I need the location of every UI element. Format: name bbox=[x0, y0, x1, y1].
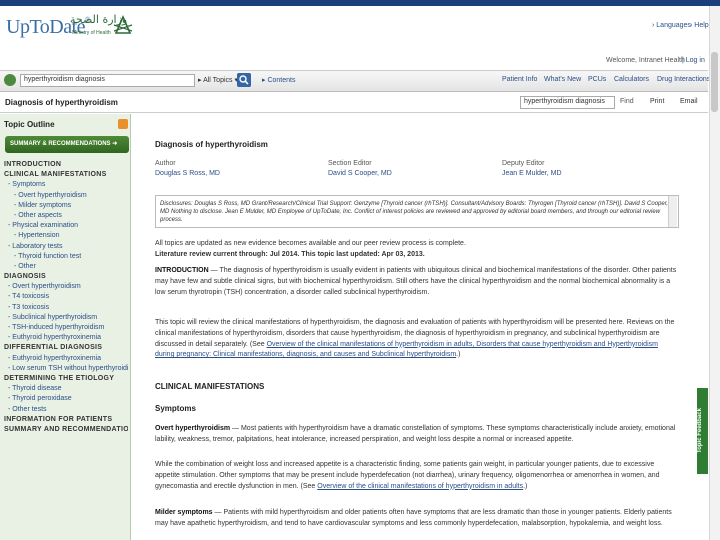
outline-item[interactable]: - Thyroid disease bbox=[4, 384, 128, 394]
disclosure-scrollbar[interactable] bbox=[668, 196, 677, 227]
login-link[interactable]: | Log in bbox=[682, 57, 705, 64]
literature-review: Literature review current through: Jul 2… bbox=[155, 251, 425, 258]
outline-item[interactable]: - T4 toxicosis bbox=[4, 292, 128, 302]
home-icon[interactable] bbox=[4, 74, 16, 86]
symptoms-heading: Symptoms bbox=[155, 404, 196, 413]
nav-calculators[interactable]: Calculators bbox=[614, 76, 649, 83]
outline-item[interactable]: - Symptoms bbox=[4, 180, 128, 190]
find-button[interactable]: Find bbox=[620, 98, 634, 105]
outline-section-heading[interactable]: DETERMINING THE ETIOLOGY bbox=[4, 374, 128, 384]
outline-item[interactable]: - Other tests bbox=[4, 405, 128, 415]
article-title: Diagnosis of hyperthyroidism bbox=[155, 140, 268, 149]
summary-recommendations-button[interactable]: SUMMARY & RECOMMENDATIONS ➜ bbox=[5, 136, 129, 153]
topic-feedback-tab[interactable]: Topic Feedback bbox=[697, 388, 708, 474]
search-input[interactable]: hyperthyroidism diagnosis bbox=[20, 74, 195, 87]
deputy-editor-label: Deputy Editor bbox=[502, 160, 545, 167]
outline-section-heading[interactable]: SUMMARY AND RECOMMENDATIONS bbox=[4, 425, 128, 435]
outline-item[interactable]: - TSH-induced hyperthyroidism bbox=[4, 323, 128, 333]
overview-clinical-link[interactable]: Overview of the clinical manifestations … bbox=[317, 483, 523, 490]
outline-item[interactable]: - Physical examination bbox=[4, 221, 128, 231]
overt-paragraph: Overt hyperthyroidism — Most patients wi… bbox=[155, 425, 676, 443]
outline-section-heading[interactable]: DIFFERENTIAL DIAGNOSIS bbox=[4, 343, 128, 353]
section-editor-name[interactable]: David S Cooper, MD bbox=[328, 170, 392, 177]
contents-link[interactable]: ▸ Contents bbox=[262, 76, 296, 84]
help-link[interactable]: › Help bbox=[690, 22, 709, 29]
collapse-icon[interactable] bbox=[118, 119, 128, 129]
scrollbar-thumb[interactable] bbox=[711, 52, 718, 112]
milder-paragraph: Milder symptoms — Patients with mild hyp… bbox=[155, 509, 672, 527]
outline-item[interactable]: - Euthyroid hyperthyroxinemia bbox=[4, 354, 128, 364]
outline-title: Topic Outline bbox=[4, 120, 55, 129]
author-name[interactable]: Douglas S Ross, MD bbox=[155, 170, 220, 177]
outline-section-heading[interactable]: INFORMATION FOR PATIENTS bbox=[4, 415, 128, 425]
nav-drug-interactions[interactable]: Drug Interactions bbox=[657, 76, 710, 83]
outline-item[interactable]: - Subclinical hyperthyroidism bbox=[4, 313, 128, 323]
outline-item[interactable]: - Overt hyperthyroidism bbox=[4, 282, 128, 292]
languages-link[interactable]: › Languages bbox=[652, 22, 691, 29]
introduction-paragraph: INTRODUCTION — The diagnosis of hyperthy… bbox=[155, 267, 677, 296]
top-strip bbox=[0, 0, 720, 6]
outline-item[interactable]: - Hypertension bbox=[4, 231, 128, 241]
section-editor-label: Section Editor bbox=[328, 160, 372, 167]
search-options-dropdown[interactable]: ▸ All Topics ▾ bbox=[198, 76, 238, 84]
overview-paragraph: This topic will review the clinical mani… bbox=[155, 319, 675, 359]
outline-item[interactable]: - Milder symptoms bbox=[4, 201, 128, 211]
outline-item[interactable]: - Thyroid function test bbox=[4, 252, 128, 262]
page-title: Diagnosis of hyperthyroidism bbox=[5, 98, 118, 107]
clinical-manifestations-heading: CLINICAL MANIFESTATIONS bbox=[155, 382, 265, 391]
ministry-logo-english: Ministry of Health bbox=[72, 30, 111, 36]
outline-item[interactable]: - Low serum TSH without hyperthyroidism bbox=[4, 364, 128, 374]
nav-whats-new[interactable]: What's New bbox=[544, 76, 581, 83]
disclosure-box: Disclosures: Douglas S Ross, MD Grant/Re… bbox=[155, 195, 679, 228]
ministry-emblem-icon bbox=[113, 15, 133, 34]
outline-item[interactable]: - Overt hyperthyroidism bbox=[4, 191, 128, 201]
search-icon[interactable] bbox=[237, 73, 251, 87]
weight-paragraph: While the combination of weight loss and… bbox=[155, 461, 660, 490]
outline-item[interactable]: - T3 toxicosis bbox=[4, 303, 128, 313]
outline-item[interactable]: - Other aspects bbox=[4, 211, 128, 221]
outline-item[interactable]: - Euthyroid hyperthyroxinemia bbox=[4, 333, 128, 343]
outline-item[interactable]: - Thyroid peroxidase bbox=[4, 394, 128, 404]
nav-pcus[interactable]: PCUs bbox=[588, 76, 606, 83]
outline-section-heading[interactable]: CLINICAL MANIFESTATIONS bbox=[4, 170, 128, 180]
outline-section-heading[interactable]: DIAGNOSIS bbox=[4, 272, 128, 282]
welcome-text: Welcome, Intranet Health bbox=[606, 57, 685, 64]
deputy-editor-name[interactable]: Jean E Mulder, MD bbox=[502, 170, 562, 177]
outline-item[interactable]: - Other bbox=[4, 262, 128, 272]
review-note: All topics are updated as new evidence b… bbox=[155, 240, 466, 247]
outline-item[interactable]: - Laboratory tests bbox=[4, 242, 128, 252]
nav-patient-info[interactable]: Patient Info bbox=[502, 76, 537, 83]
find-input[interactable]: hyperthyroidism diagnosis bbox=[520, 96, 615, 109]
author-label: Author bbox=[155, 160, 176, 167]
email-link[interactable]: Email bbox=[680, 98, 698, 105]
print-link[interactable]: Print bbox=[650, 98, 664, 105]
outline-list: INTRODUCTION CLINICAL MANIFESTATIONS - Sym… bbox=[4, 160, 128, 435]
outline-section-heading[interactable]: INTRODUCTION bbox=[4, 160, 128, 170]
